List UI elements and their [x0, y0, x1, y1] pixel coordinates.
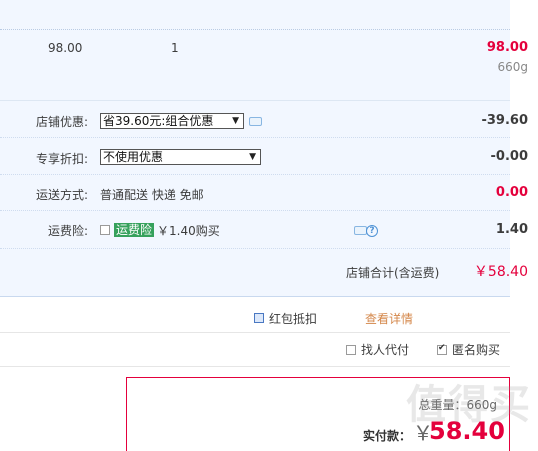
- shop-discount-label: 店铺优惠:: [35, 115, 88, 129]
- anonymous-label: 匿名购买: [452, 343, 501, 357]
- insurance-checkbox[interactable]: [100, 225, 110, 235]
- divider: [0, 100, 510, 101]
- shipping-method: 普通配送 快递 免邮: [100, 188, 204, 202]
- shop-total-amount: ￥58.40: [473, 264, 528, 280]
- pay-for-me-checkbox[interactable]: [346, 345, 356, 355]
- divider: [0, 296, 510, 297]
- shop-total-label: 店铺合计(含运费): [346, 266, 440, 280]
- divider: [0, 248, 510, 249]
- divider: [0, 29, 510, 30]
- insurance-price: ￥1.40购买: [157, 224, 220, 238]
- view-details-link[interactable]: 查看详情: [365, 312, 413, 326]
- pay-for-me-label: 找人代付: [361, 343, 410, 357]
- shop-discount-amount: -39.60: [481, 113, 528, 128]
- paid-label: 实付款：: [363, 429, 412, 443]
- item-price: 98.00: [48, 41, 83, 55]
- divider: [0, 366, 510, 367]
- item-quantity: 1: [171, 41, 179, 55]
- shop-discount-selected: 省39.60元:组合优惠: [103, 114, 214, 128]
- item-subtotal: 98.00: [486, 40, 528, 55]
- insurance-name: 运费险: [114, 223, 155, 237]
- insurance-label: 运费险:: [47, 224, 88, 238]
- divider: [0, 137, 510, 138]
- red-packet-checkbox[interactable]: [254, 313, 264, 323]
- exclusive-discount-amount: -0.00: [490, 149, 528, 164]
- dropdown-arrow-icon: ▼: [249, 152, 256, 162]
- red-packet-label: 红包抵扣: [269, 312, 318, 326]
- watermark-logo: 值得买: [406, 382, 532, 428]
- exclusive-discount-label: 专享折扣:: [35, 152, 88, 166]
- exclusive-discount-select[interactable]: 不使用优惠 ▼: [100, 149, 261, 165]
- divider: [0, 210, 510, 211]
- divider: [0, 332, 510, 333]
- insurance-amount: 1.40: [495, 222, 528, 237]
- shop-discount-select[interactable]: 省39.60元:组合优惠 ▼: [100, 113, 244, 129]
- anonymous-checkbox[interactable]: [437, 343, 447, 355]
- help-icon[interactable]: ?: [366, 225, 378, 237]
- divider: [0, 174, 510, 175]
- chat-icon[interactable]: [249, 117, 262, 126]
- shipping-label: 运送方式:: [35, 188, 88, 202]
- shipping-amount: 0.00: [495, 185, 528, 200]
- dropdown-arrow-icon: ▼: [232, 116, 239, 126]
- exclusive-discount-selected: 不使用优惠: [103, 150, 164, 164]
- item-weight: 660g: [497, 60, 528, 74]
